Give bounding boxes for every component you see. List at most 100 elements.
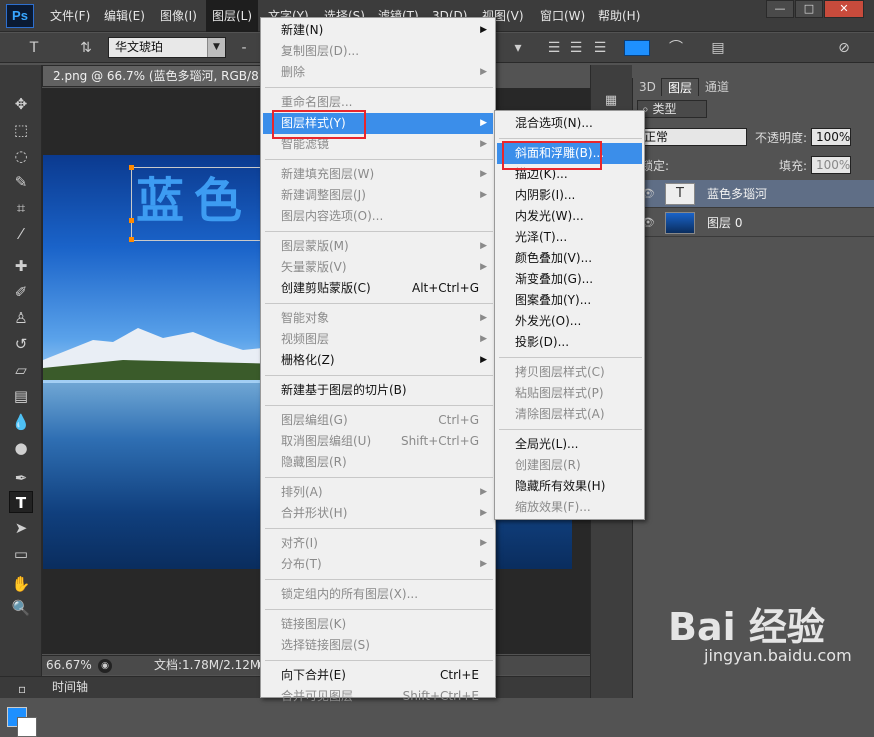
gradient-tool-icon[interactable]: ▤ (9, 385, 33, 407)
stamp-tool-icon[interactable]: ♙ (9, 307, 33, 329)
status-menu-icon[interactable]: ◉ (98, 659, 112, 673)
blur-tool-icon[interactable]: 💧 (9, 411, 33, 433)
history-panel-icon[interactable]: ▦ (601, 93, 621, 109)
layer-style-item[interactable]: 混合选项(N)... (497, 113, 642, 134)
tab-3d[interactable]: 3D (633, 78, 662, 96)
menu-item-label: 图层内容选项(O)... (281, 209, 384, 223)
lock-label: 锁定: (641, 159, 670, 173)
minimize-button[interactable]: — (766, 0, 794, 18)
layer-row[interactable]: 👁 图层 0 (633, 209, 874, 237)
eraser-tool-icon[interactable]: ▱ (9, 359, 33, 381)
align-center-icon[interactable]: ☰ (566, 38, 586, 58)
opacity-input[interactable]: 100% (811, 128, 851, 146)
align-right-icon[interactable]: ☰ (590, 38, 610, 58)
layer-style-item[interactable]: 图案叠加(Y)... (497, 290, 642, 311)
layer-style-item[interactable]: 渐变叠加(G)... (497, 269, 642, 290)
menu-help[interactable]: 帮助(H) (592, 0, 646, 32)
move-tool-icon[interactable]: ✥ (9, 93, 33, 115)
layer-style-item[interactable]: 颜色叠加(V)... (497, 248, 642, 269)
layer-menu-item[interactable]: 栅格化(Z) ▶ (263, 350, 493, 371)
layer-menu-item[interactable]: 创建剪贴蒙版(C) Alt+Ctrl+G (263, 278, 493, 299)
quick-select-tool-icon[interactable]: ✎ (9, 171, 33, 193)
tab-layers[interactable]: 图层 (661, 78, 700, 96)
font-family-select[interactable]: 华文琥珀 ▼ (108, 37, 226, 58)
layer-menu-item: 对齐(I) ▶ (263, 533, 493, 554)
align-left-icon[interactable]: ☰ (544, 38, 564, 58)
transform-handle[interactable] (129, 218, 134, 223)
zoom-tool-icon[interactable]: 🔍 (9, 597, 33, 619)
opacity-label: 不透明度: (755, 131, 808, 145)
menu-item-shortcut: Alt+Ctrl+G (411, 281, 479, 295)
warp-text-icon[interactable]: ⌒ (666, 38, 686, 58)
menu-layer[interactable]: 图层(L) (206, 0, 259, 32)
healing-brush-tool-icon[interactable]: ✚ (9, 255, 33, 277)
menu-item-label: 排列(A) (281, 485, 323, 499)
menu-edit[interactable]: 编辑(E) (98, 0, 151, 32)
menu-file[interactable]: 文件(F) (44, 0, 96, 32)
menu-item-label: 新建填充图层(W) (281, 167, 375, 181)
layer-filter-select[interactable]: ⌕ 类型 (637, 100, 707, 118)
layer-menu-item[interactable]: 新建(N) ▶ (263, 20, 493, 41)
character-panel-icon[interactable]: ▤ (708, 38, 728, 58)
font-style-select[interactable]: - (234, 38, 254, 58)
layer-name: 蓝色多瑙河 (707, 187, 768, 201)
tab-channels[interactable]: 通道 (699, 78, 735, 96)
layer-row[interactable]: 👁 T 蓝色多瑙河 (633, 180, 874, 208)
layer-menu-item: 合并可见图层 Shift+Ctrl+E (263, 686, 493, 707)
submenu-arrow-icon: ▶ (480, 67, 487, 77)
marquee-tool-icon[interactable]: ⬚ (9, 119, 33, 141)
history-brush-tool-icon[interactable]: ↺ (9, 333, 33, 355)
layer-style-item[interactable]: 光泽(T)... (497, 227, 642, 248)
menu-image[interactable]: 图像(I) (154, 0, 203, 32)
layer-style-item: 拷贝图层样式(C) (515, 365, 605, 379)
layer-style-item[interactable]: 内发光(W)... (497, 206, 642, 227)
menu-item-label: 取消图层编组(U) (281, 434, 372, 448)
blend-mode-select[interactable]: 正常 (639, 128, 747, 146)
fill-input[interactable]: 100% (811, 156, 851, 174)
antialias-select[interactable]: ▾ (508, 38, 528, 58)
dodge-tool-icon[interactable]: ● (9, 437, 33, 459)
lasso-tool-icon[interactable]: ◌ (9, 145, 33, 167)
submenu-arrow-icon: ▶ (480, 118, 487, 128)
close-button[interactable]: ✕ (824, 0, 864, 18)
maximize-button[interactable]: □ (795, 0, 823, 18)
layer-style-item[interactable]: 隐藏所有效果(H) (497, 476, 642, 497)
toggle-text-orientation-icon[interactable]: ⇅ (76, 38, 96, 58)
menu-separator (265, 528, 493, 529)
menu-window[interactable]: 窗口(W) (534, 0, 591, 32)
pen-tool-icon[interactable]: ✒ (9, 467, 33, 489)
layer-menu-item: 新建填充图层(W) ▶ (263, 164, 493, 185)
type-tool-icon[interactable]: T (24, 38, 44, 58)
layer-menu-item[interactable]: 向下合并(E) Ctrl+E (263, 665, 493, 686)
brush-tool-icon[interactable]: ✐ (9, 281, 33, 303)
menu-item-label: 矢量蒙版(V) (281, 260, 347, 274)
layer-menu-item: 锁定组内的所有图层(X)... (263, 584, 493, 605)
background-color-swatch[interactable] (17, 717, 37, 737)
layer-menu-item: 复制图层(D)... (263, 41, 493, 62)
transform-handle[interactable] (129, 237, 134, 242)
layer-thumbnail: T (665, 183, 695, 205)
layer-menu-item[interactable]: 新建基于图层的切片(B) (263, 380, 493, 401)
cancel-icon[interactable]: ⊘ (834, 38, 854, 58)
transform-handle[interactable] (129, 165, 134, 170)
text-layer-content[interactable]: 蓝色 (136, 168, 266, 234)
menu-item-label: 新建调整图层(J) (281, 188, 366, 202)
hand-tool-icon[interactable]: ✋ (9, 573, 33, 595)
layer-style-item[interactable]: 全局光(L)... (497, 434, 642, 455)
layer-style-item[interactable]: 外发光(O)... (497, 311, 642, 332)
layer-style-item[interactable]: 内阴影(I)... (497, 185, 642, 206)
layer-style-item: 清除图层样式(A) (515, 407, 605, 421)
path-select-tool-icon[interactable]: ➤ (9, 517, 33, 539)
shape-tool-icon[interactable]: ▭ (9, 543, 33, 565)
crop-tool-icon[interactable]: ⌗ (9, 197, 33, 219)
type-tool-icon[interactable]: T (9, 491, 33, 513)
zoom-level[interactable]: 66.67% (46, 656, 92, 675)
document-tab[interactable]: 2.png @ 66.7% (蓝色多瑙河, RGB/8) * (42, 65, 267, 87)
layer-menu-item: 视频图层 ▶ (263, 329, 493, 350)
text-color-swatch[interactable] (624, 40, 650, 56)
highlight-box-layer-style (272, 110, 366, 139)
layer-menu-item: 链接图层(K) (263, 614, 493, 635)
eyedropper-tool-icon[interactable]: ⁄ (9, 223, 33, 245)
layer-style-item[interactable]: 投影(D)... (497, 332, 642, 353)
highlight-box-bevel-emboss (502, 141, 602, 170)
